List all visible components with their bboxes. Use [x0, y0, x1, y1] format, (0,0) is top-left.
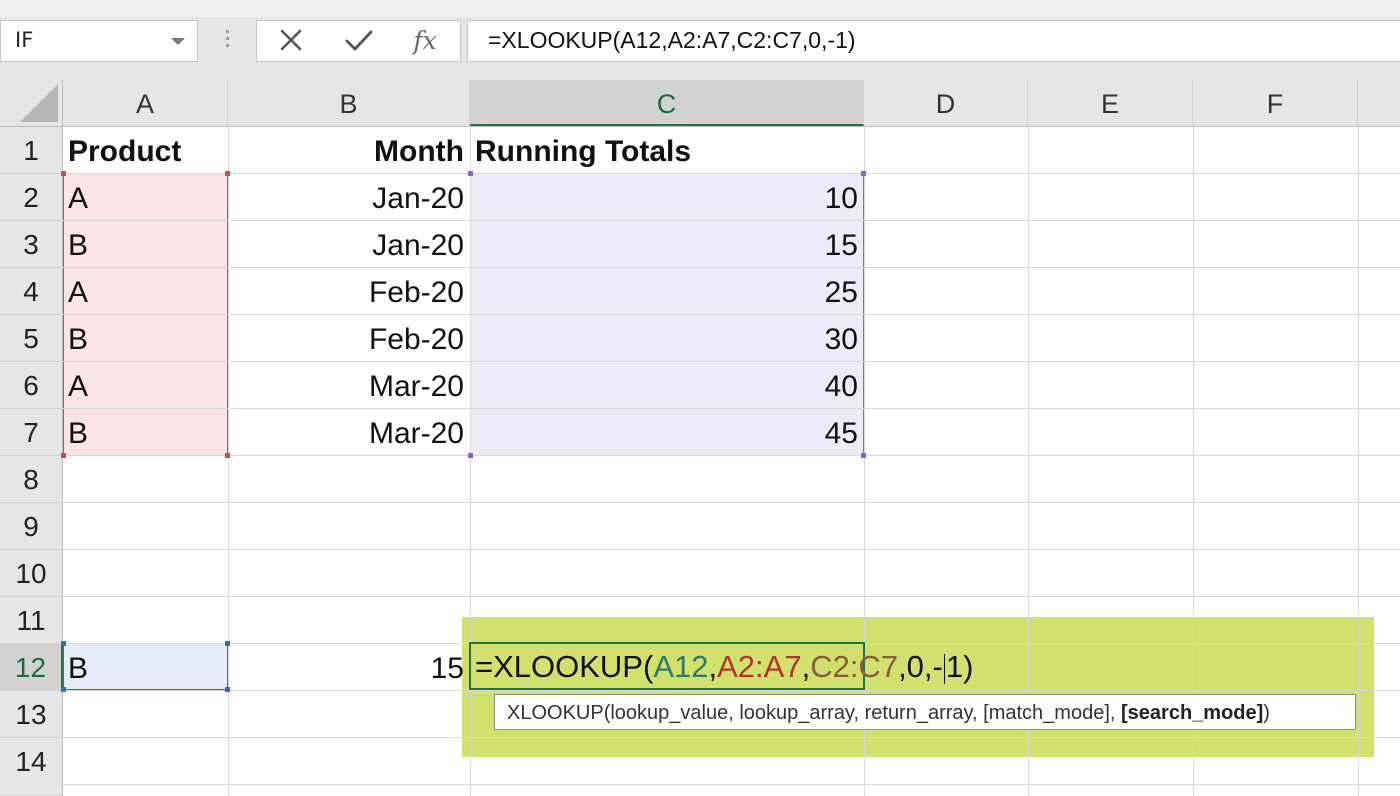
column-header-c[interactable]: C [470, 80, 864, 126]
cell-c6[interactable]: 40 [470, 362, 864, 408]
cell-b1[interactable]: Month [228, 127, 470, 173]
cell-a6[interactable]: A [63, 362, 228, 408]
cell-c2[interactable]: 10 [470, 174, 864, 220]
range-handle[interactable] [861, 171, 866, 176]
row-header-7[interactable]: 7 [0, 409, 63, 456]
range-handle[interactable] [468, 453, 473, 458]
range-handle[interactable] [61, 687, 66, 692]
range-handle[interactable] [861, 453, 866, 458]
row-header-3[interactable]: 3 [0, 221, 63, 268]
formula-bar-grip-icon[interactable] [226, 30, 230, 54]
column-headers: A B C D E F [0, 80, 1400, 127]
row-header-11[interactable]: 11 [0, 597, 63, 644]
row-header-9[interactable]: 9 [0, 503, 63, 550]
cell-b12[interactable]: 15 [228, 644, 470, 690]
spreadsheet-grid: A B C D E F 1 2 3 4 5 6 7 8 9 10 11 12 1… [0, 80, 1400, 796]
cell-a12[interactable]: B [63, 644, 228, 690]
row-header-2[interactable]: 2 [0, 174, 63, 221]
formula-comma: , [801, 649, 811, 684]
cell-b5[interactable]: Feb-20 [228, 315, 470, 361]
column-header-g[interactable] [1358, 80, 1400, 126]
row-header-13[interactable]: 13 [0, 691, 63, 738]
tooltip-signature: XLOOKUP(lookup_value, lookup_array, retu… [507, 702, 1122, 724]
in-cell-formula[interactable]: =XLOOKUP(A12,A2:A7,C2:C7,0,-1) [475, 644, 973, 690]
formula-bar: IF fx =XLOOKUP(A12,A2:A7,C2:C7,0,-1) [0, 0, 1400, 80]
row-header-10[interactable]: 10 [0, 550, 63, 597]
enter-button[interactable] [339, 25, 379, 57]
cell-a3[interactable]: B [63, 221, 228, 267]
row-header-6[interactable]: 6 [0, 362, 63, 409]
cell-b6[interactable]: Mar-20 [228, 362, 470, 408]
ribbon-edge [0, 0, 1400, 17]
select-all-icon [20, 84, 58, 122]
column-header-e[interactable]: E [1028, 80, 1193, 126]
cell-c5[interactable]: 30 [470, 315, 864, 361]
cell-c4[interactable]: 25 [470, 268, 864, 314]
cell-a2[interactable]: A [63, 174, 228, 220]
row-header-4[interactable]: 4 [0, 268, 63, 315]
row-header-14[interactable]: 14 [0, 738, 63, 796]
cell-a1[interactable]: Product [63, 127, 228, 173]
range-handle[interactable] [468, 171, 473, 176]
name-box-value: IF [15, 28, 34, 52]
formula-prefix: =XLOOKUP( [475, 649, 654, 684]
select-all-button[interactable] [0, 80, 63, 126]
formula-rest: ,0,- [898, 649, 943, 684]
tooltip-active-argument[interactable]: [search_mode] [1121, 702, 1263, 724]
cancel-button[interactable] [271, 25, 311, 57]
range-handle[interactable] [225, 171, 230, 176]
insert-function-button[interactable]: fx [405, 25, 445, 57]
range-handle[interactable] [225, 641, 230, 646]
range-handle[interactable] [61, 641, 66, 646]
row-header-1[interactable]: 1 [0, 127, 63, 174]
cell-c1[interactable]: Running Totals [470, 127, 864, 173]
column-header-a[interactable]: A [63, 80, 228, 126]
formula-text: =XLOOKUP(A12,A2:A7,C2:C7,0,-1) [488, 27, 856, 53]
cell-a7[interactable]: B [63, 409, 228, 455]
formula-end: 1) [945, 649, 974, 684]
range-handle[interactable] [225, 453, 230, 458]
range-handle[interactable] [61, 171, 66, 176]
name-box[interactable]: IF [0, 20, 198, 62]
cell-b2[interactable]: Jan-20 [228, 174, 470, 220]
cell-b7[interactable]: Mar-20 [228, 409, 470, 455]
close-icon [280, 29, 302, 51]
formula-arg-lookup-value: A12 [653, 649, 709, 684]
cell-a5[interactable]: B [63, 315, 228, 361]
row-header-8[interactable]: 8 [0, 456, 63, 503]
range-handle[interactable] [225, 687, 230, 692]
text-caret [943, 653, 945, 684]
range-handle[interactable] [61, 453, 66, 458]
column-header-f[interactable]: F [1193, 80, 1358, 126]
cell-c3[interactable]: 15 [470, 221, 864, 267]
formula-comma: , [708, 649, 718, 684]
row-header-12[interactable]: 12 [0, 644, 63, 691]
column-header-d[interactable]: D [864, 80, 1028, 126]
tooltip-close-paren: ) [1263, 702, 1270, 724]
column-header-b[interactable]: B [228, 80, 470, 126]
formula-arg-return-array: C2:C7 [810, 649, 899, 684]
cell-b3[interactable]: Jan-20 [228, 221, 470, 267]
formula-input[interactable]: =XLOOKUP(A12,A2:A7,C2:C7,0,-1) [467, 20, 1400, 62]
name-box-dropdown-icon[interactable] [171, 38, 185, 45]
formula-arg-lookup-array: A2:A7 [717, 649, 802, 684]
cell-a4[interactable]: A [63, 268, 228, 314]
formula-buttons: fx [256, 20, 461, 62]
function-syntax-tooltip[interactable]: XLOOKUP(lookup_value, lookup_array, retu… [494, 694, 1356, 730]
cell-b4[interactable]: Feb-20 [228, 268, 470, 314]
checkmark-icon [345, 30, 373, 51]
row-header-5[interactable]: 5 [0, 315, 63, 362]
cell-c7[interactable]: 45 [470, 409, 864, 455]
